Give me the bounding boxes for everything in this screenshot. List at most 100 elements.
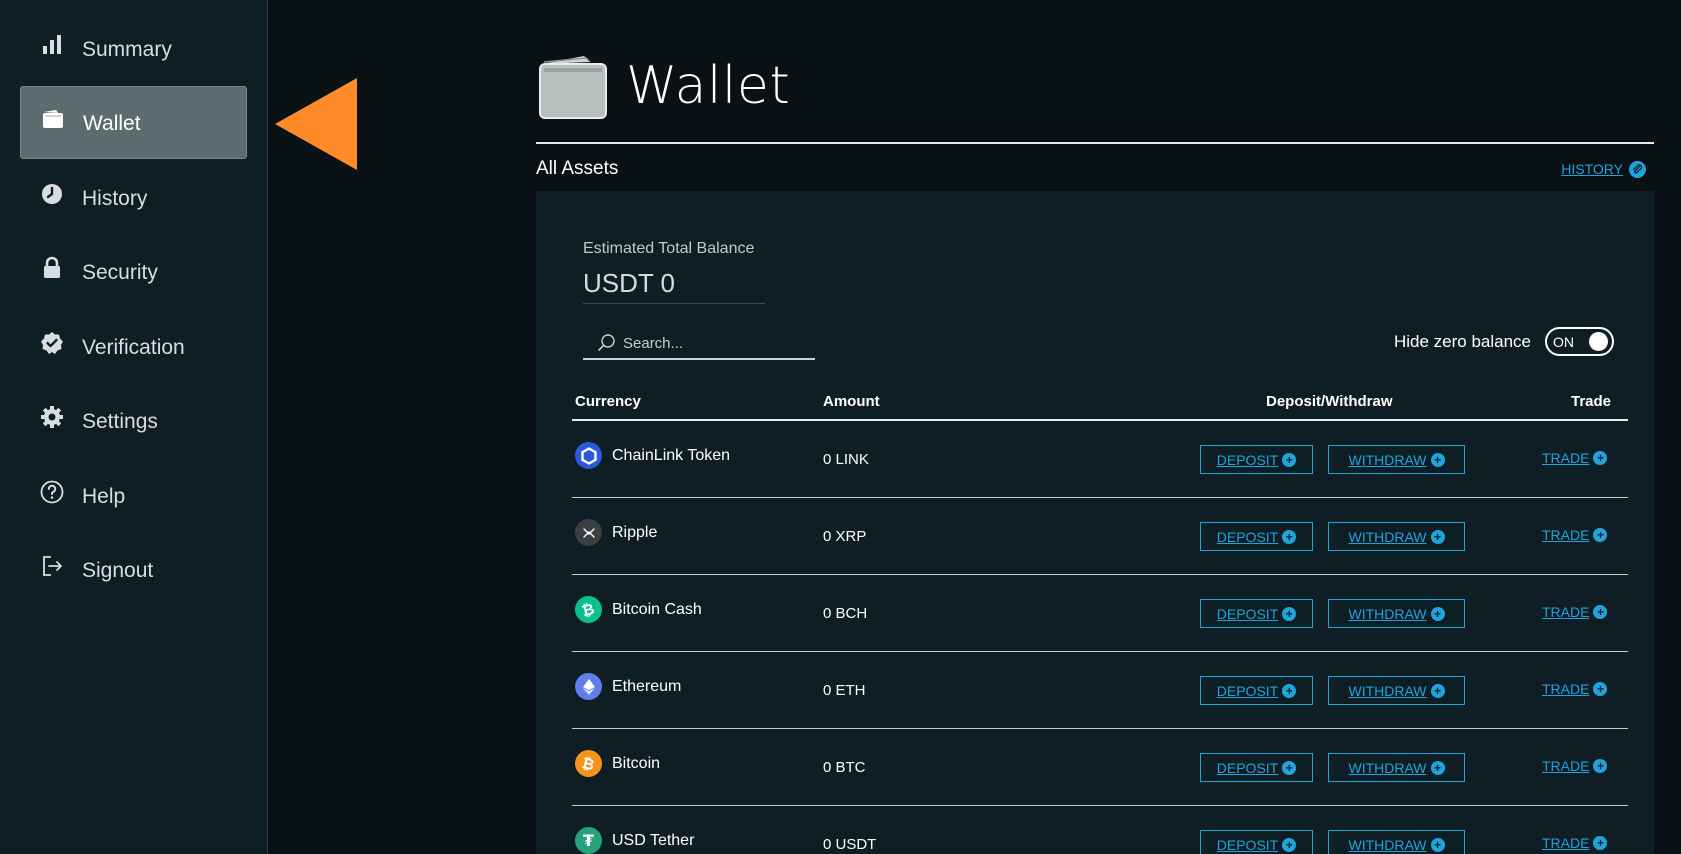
deposit-label: DEPOSIT bbox=[1216, 682, 1279, 699]
trade-link[interactable]: TRADE + bbox=[1542, 681, 1608, 697]
tether-icon: ₮ bbox=[575, 827, 602, 854]
deposit-label: DEPOSIT bbox=[1216, 836, 1279, 853]
paperclip-icon bbox=[1629, 160, 1646, 178]
deposit-label: DEPOSIT bbox=[1216, 451, 1279, 468]
trade-link[interactable]: TRADE + bbox=[1542, 604, 1608, 620]
search-input[interactable] bbox=[623, 334, 803, 352]
plus-circle-icon: + bbox=[1593, 605, 1608, 619]
question-circle-icon bbox=[40, 480, 64, 504]
column-header-amount: Amount bbox=[823, 393, 880, 410]
column-header-deposit-withdraw: Deposit/Withdraw bbox=[1266, 393, 1393, 410]
trade-link[interactable]: TRADE + bbox=[1542, 758, 1608, 774]
plus-circle-icon: + bbox=[1282, 683, 1297, 698]
section-title: All Assets bbox=[536, 158, 619, 179]
sidebar-item-wallet[interactable]: Wallet bbox=[20, 86, 247, 159]
currency-cell: Ripple bbox=[575, 519, 657, 546]
plus-circle-icon: + bbox=[1282, 606, 1297, 621]
deposit-button[interactable]: DEPOSIT + bbox=[1200, 445, 1313, 474]
sidebar-item-security[interactable]: Security bbox=[20, 235, 247, 308]
sidebar-item-settings[interactable]: Settings bbox=[20, 384, 247, 457]
balance-block: Estimated Total Balance USDT 0 bbox=[583, 240, 765, 304]
deposit-button[interactable]: DEPOSIT + bbox=[1200, 830, 1313, 854]
amount-cell: 0 BTC bbox=[823, 759, 866, 776]
deposit-label: DEPOSIT bbox=[1216, 605, 1279, 622]
chainlink-icon bbox=[575, 442, 602, 469]
amount-cell: 0 LINK bbox=[823, 451, 869, 468]
plus-circle-icon: + bbox=[1430, 529, 1445, 544]
plus-circle-icon: + bbox=[1430, 683, 1445, 698]
withdraw-label: WITHDRAW bbox=[1348, 528, 1427, 545]
sidebar-item-label: Verification bbox=[82, 335, 185, 359]
trade-label: TRADE bbox=[1542, 604, 1590, 620]
withdraw-button[interactable]: WITHDRAW + bbox=[1328, 522, 1465, 551]
plus-circle-icon: + bbox=[1282, 452, 1297, 467]
trade-link[interactable]: TRADE + bbox=[1542, 835, 1608, 851]
table-body: ChainLink Token 0 LINK DEPOSIT + WITHDRAW + TR… bbox=[572, 421, 1628, 854]
hide-zero-balance-toggle[interactable]: ON bbox=[1545, 327, 1614, 356]
plus-circle-icon: + bbox=[1593, 836, 1608, 850]
plus-circle-icon: + bbox=[1430, 452, 1445, 467]
currency-cell: ₮ USD Tether bbox=[575, 827, 694, 854]
deposit-button[interactable]: DEPOSIT + bbox=[1200, 676, 1313, 705]
table-row: ChainLink Token 0 LINK DEPOSIT + WITHDRAW + TR… bbox=[572, 421, 1628, 498]
section-bar: All Assets HISTORY bbox=[536, 154, 1654, 184]
currency-name: Ripple bbox=[612, 523, 658, 541]
signout-icon bbox=[40, 554, 64, 578]
hide-zero-balance-label: Hide zero balance bbox=[1393, 331, 1531, 351]
balance-label: Estimated Total Balance bbox=[583, 240, 755, 257]
withdraw-button[interactable]: WITHDRAW + bbox=[1328, 753, 1465, 782]
amount-cell: 0 XRP bbox=[823, 528, 867, 545]
deposit-button[interactable]: DEPOSIT + bbox=[1200, 522, 1313, 551]
sidebar-item-label: History bbox=[82, 186, 148, 210]
wallet-icon bbox=[41, 107, 65, 131]
currency-name: Bitcoin bbox=[612, 754, 661, 772]
currency-name: USD Tether bbox=[612, 831, 695, 849]
withdraw-label: WITHDRAW bbox=[1348, 759, 1427, 776]
trade-label: TRADE bbox=[1542, 527, 1590, 543]
search-icon bbox=[597, 333, 617, 353]
sidebar-item-history[interactable]: History bbox=[20, 161, 247, 234]
currency-name: ChainLink Token bbox=[612, 446, 731, 464]
trade-link[interactable]: TRADE + bbox=[1542, 527, 1608, 543]
history-link[interactable]: HISTORY bbox=[1561, 160, 1646, 178]
sidebar-item-help[interactable]: Help bbox=[20, 459, 247, 532]
plus-circle-icon: + bbox=[1593, 451, 1608, 465]
header-divider bbox=[536, 142, 1654, 144]
currency-name: Bitcoin Cash bbox=[612, 600, 702, 618]
ethereum-icon bbox=[575, 673, 602, 700]
orange-pointer-arrow bbox=[275, 78, 357, 170]
bar-chart-icon bbox=[40, 33, 64, 57]
deposit-button[interactable]: DEPOSIT + bbox=[1200, 753, 1313, 782]
deposit-button[interactable]: DEPOSIT + bbox=[1200, 599, 1313, 628]
currency-cell: Ethereum bbox=[575, 673, 681, 700]
amount-cell: 0 ETH bbox=[823, 682, 866, 699]
sidebar-item-signout[interactable]: Signout bbox=[20, 533, 247, 606]
currency-cell: ₿ Bitcoin bbox=[575, 750, 660, 777]
clock-icon bbox=[40, 182, 64, 206]
plus-circle-icon: + bbox=[1430, 606, 1445, 621]
amount-cell: 0 USDT bbox=[823, 836, 877, 853]
withdraw-label: WITHDRAW bbox=[1348, 605, 1427, 622]
currency-cell: ChainLink Token bbox=[575, 442, 730, 469]
withdraw-button[interactable]: WITHDRAW + bbox=[1328, 830, 1465, 854]
deposit-label: DEPOSIT bbox=[1216, 528, 1279, 545]
trade-link[interactable]: TRADE + bbox=[1542, 450, 1608, 466]
plus-circle-icon: + bbox=[1593, 759, 1608, 773]
toggle-knob bbox=[1589, 332, 1608, 351]
table-row: ₿ Bitcoin Cash 0 BCH DEPOSIT + WITHDRAW + TRADE… bbox=[572, 575, 1628, 652]
plus-circle-icon: + bbox=[1282, 760, 1297, 775]
table-row: Ethereum 0 ETH DEPOSIT + WITHDRAW + TRADE + bbox=[572, 652, 1628, 729]
sidebar-item-verification[interactable]: Verification bbox=[20, 310, 247, 383]
withdraw-button[interactable]: WITHDRAW + bbox=[1328, 676, 1465, 705]
bitcoin-cash-icon: ₿ bbox=[575, 596, 602, 623]
bitcoin-icon: ₿ bbox=[575, 750, 602, 777]
amount-cell: 0 BCH bbox=[823, 605, 868, 622]
withdraw-button[interactable]: WITHDRAW + bbox=[1328, 445, 1465, 474]
plus-circle-icon: + bbox=[1282, 837, 1297, 852]
trade-label: TRADE bbox=[1542, 835, 1590, 851]
sidebar-item-summary[interactable]: Summary bbox=[20, 12, 247, 85]
withdraw-button[interactable]: WITHDRAW + bbox=[1328, 599, 1465, 628]
sidebar: Summary Wallet History Security Verifica… bbox=[0, 0, 268, 854]
column-header-trade: Trade bbox=[1571, 393, 1612, 410]
table-header: Currency Amount Deposit/Withdraw Trade bbox=[572, 384, 1628, 421]
